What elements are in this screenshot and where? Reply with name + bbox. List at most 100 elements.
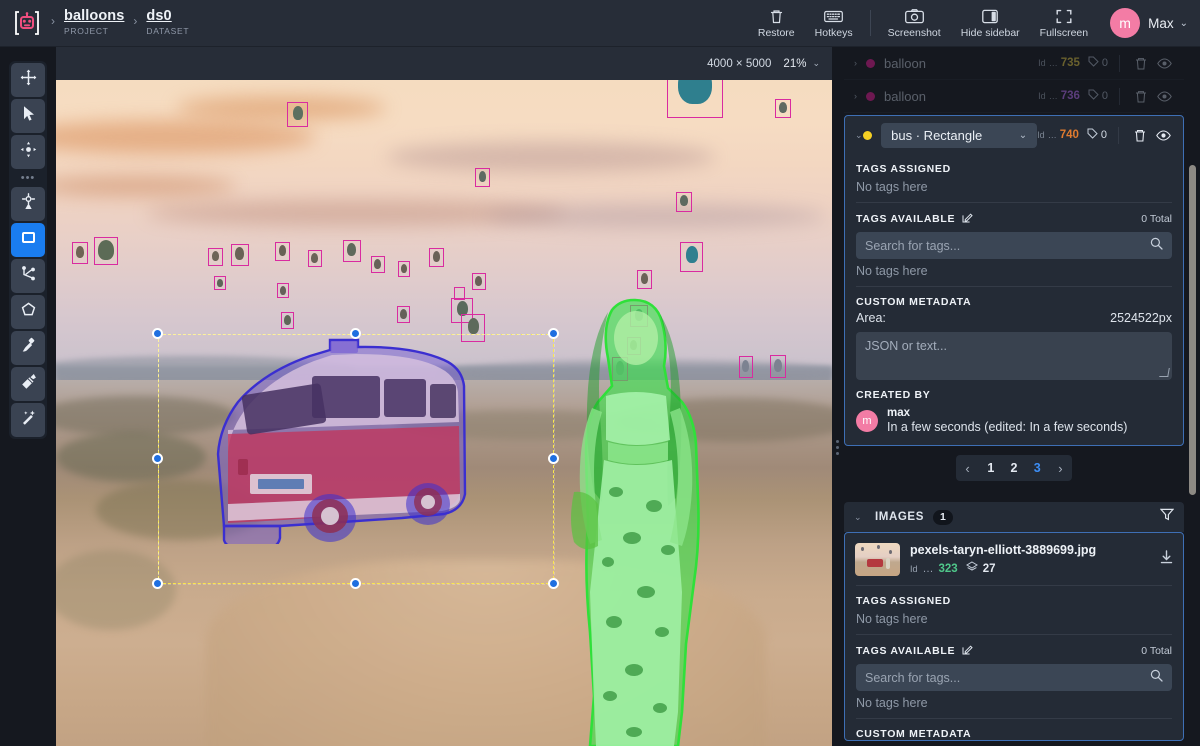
eraser-tool[interactable] <box>11 367 45 401</box>
object-tags-search[interactable] <box>856 232 1172 259</box>
point-tool[interactable] <box>11 187 45 221</box>
custom-metadata-textarea[interactable]: JSON or text... <box>856 332 1172 380</box>
image-id: 323 <box>939 563 958 575</box>
chevron-down-icon[interactable]: ⌄ <box>1180 18 1188 29</box>
breadcrumb-project-name[interactable]: balloons <box>64 8 124 24</box>
chevron-right-icon[interactable]: › <box>854 58 866 68</box>
avatar[interactable]: m <box>1110 8 1140 38</box>
fullscreen-icon <box>1056 8 1072 25</box>
select-tool[interactable] <box>11 99 45 133</box>
panel-resize-handle[interactable] <box>832 427 842 467</box>
selected-object-header: ⌄ bus · Rectangle ⌄ Id … 740 0 <box>845 116 1183 154</box>
resize-handle-bottom-left[interactable] <box>152 578 163 589</box>
image-row[interactable]: pexels-taryn-elliott-3889699.jpg Id … 32… <box>845 533 1183 585</box>
resize-handle-top-left[interactable] <box>152 328 163 339</box>
cloud <box>176 96 386 120</box>
object-label: balloon <box>884 89 926 104</box>
brush-tool[interactable] <box>11 331 45 365</box>
zoom-selector[interactable]: 21% ⌄ <box>783 58 820 70</box>
balloon-shape <box>742 360 749 372</box>
balloon-bbox[interactable] <box>454 287 465 300</box>
image-viewport[interactable] <box>56 80 832 746</box>
toggle-visibility-button[interactable] <box>1153 125 1173 145</box>
toggle-visibility-button[interactable] <box>1154 53 1174 73</box>
filter-icon[interactable] <box>1160 508 1174 526</box>
breadcrumb-separator-1: › <box>51 14 55 32</box>
hotkeys-label: Hotkeys <box>815 27 853 39</box>
download-icon[interactable] <box>1160 550 1173 569</box>
pagination-page-3[interactable]: 3 <box>1026 455 1049 481</box>
polygon-tool[interactable] <box>11 295 45 329</box>
tag-icon <box>1088 56 1099 70</box>
resize-handle-middle-left[interactable] <box>152 453 163 464</box>
chevron-down-icon[interactable]: ⌄ <box>855 130 863 141</box>
resize-handle-bottom-right[interactable] <box>548 578 559 589</box>
balloon-shape <box>475 276 482 286</box>
tag-count: 0 <box>1102 90 1108 102</box>
restore-button[interactable]: Restore <box>748 0 805 47</box>
app-logo[interactable] <box>12 8 42 38</box>
toggle-visibility-button[interactable] <box>1154 86 1174 106</box>
area-label: Area: <box>856 311 886 325</box>
divider <box>1118 127 1119 144</box>
panel-scrollbar[interactable] <box>1189 165 1196 495</box>
object-class-select[interactable]: bus · Rectangle ⌄ <box>881 123 1037 148</box>
zoom-level: 21% <box>783 58 806 70</box>
pan-tool[interactable] <box>11 63 45 97</box>
object-row-balloon-736[interactable]: › balloon Id … 736 0 <box>844 80 1184 113</box>
edit-tags-icon[interactable] <box>962 644 973 658</box>
object-label: balloon <box>884 56 926 71</box>
images-panel-header[interactable]: ⌄ IMAGES 1 <box>844 502 1184 532</box>
delete-object-button[interactable] <box>1131 53 1151 73</box>
chevron-down-icon[interactable]: ⌄ <box>854 512 866 523</box>
transform-tool[interactable] <box>11 135 45 169</box>
tags-search-input[interactable] <box>865 239 1150 253</box>
more-tools[interactable]: ••• <box>11 171 45 185</box>
image-card[interactable]: pexels-taryn-elliott-3889699.jpg Id … 32… <box>844 532 1184 741</box>
delete-object-button[interactable] <box>1131 86 1151 106</box>
object-row-balloon-735[interactable]: › balloon Id … 735 0 <box>844 47 1184 80</box>
chevron-down-icon: ⌄ <box>1019 130 1027 141</box>
area-value: 2524522px <box>1110 311 1172 325</box>
top-actions: Restore Hotkeys Screenshot Hide sidebar <box>748 0 1200 47</box>
left-toolbar: ••• <box>0 47 56 746</box>
polyline-tool[interactable] <box>11 259 45 293</box>
resize-handle-top-center[interactable] <box>350 328 361 339</box>
pagination-page-2[interactable]: 2 <box>1002 455 1025 481</box>
delete-object-button[interactable] <box>1130 125 1150 145</box>
object-color-dot <box>866 59 875 68</box>
screenshot-button[interactable]: Screenshot <box>878 0 951 47</box>
resize-handle-bottom-center[interactable] <box>350 578 361 589</box>
pagination-next[interactable]: › <box>1049 455 1072 481</box>
image-tags-search[interactable] <box>856 664 1172 691</box>
creator-avatar: m <box>856 410 878 432</box>
image-tags-available-section: TAGS AVAILABLE 0 Total No tags here <box>845 635 1183 718</box>
breadcrumb-project[interactable]: balloons PROJECT <box>64 8 124 38</box>
pagination-prev[interactable]: ‹ <box>956 455 979 481</box>
tags-search-input[interactable] <box>865 671 1150 685</box>
resize-handle-middle-right[interactable] <box>548 453 559 464</box>
tags-available-empty: No tags here <box>856 691 1172 718</box>
screenshot-label: Screenshot <box>888 27 941 39</box>
rectangle-tool[interactable] <box>11 223 45 257</box>
move-arrows-icon <box>20 69 37 91</box>
hotkeys-button[interactable]: Hotkeys <box>805 0 863 47</box>
resize-handle-top-right[interactable] <box>548 328 559 339</box>
hide-sidebar-button[interactable]: Hide sidebar <box>951 0 1030 47</box>
created-by-title: CREATED BY <box>856 389 1172 401</box>
edit-tags-icon[interactable] <box>962 212 973 226</box>
person-mask[interactable] <box>550 292 710 746</box>
pagination-page-1[interactable]: 1 <box>979 455 1002 481</box>
selection-box[interactable] <box>158 334 554 584</box>
breadcrumb-dataset[interactable]: ds0 DATASET <box>146 8 189 38</box>
magic-wand-tool[interactable] <box>11 403 45 437</box>
fullscreen-button[interactable]: Fullscreen <box>1030 0 1098 47</box>
cloud <box>386 142 716 172</box>
object-tags-assigned-section: TAGS ASSIGNED No tags here <box>845 154 1183 202</box>
balloon-shape <box>293 106 303 120</box>
breadcrumb-dataset-name[interactable]: ds0 <box>146 8 189 24</box>
point-marker-icon <box>20 193 37 215</box>
chevron-right-icon[interactable]: › <box>854 91 866 101</box>
user-name[interactable]: Max <box>1148 16 1174 31</box>
transform-icon <box>20 141 37 163</box>
